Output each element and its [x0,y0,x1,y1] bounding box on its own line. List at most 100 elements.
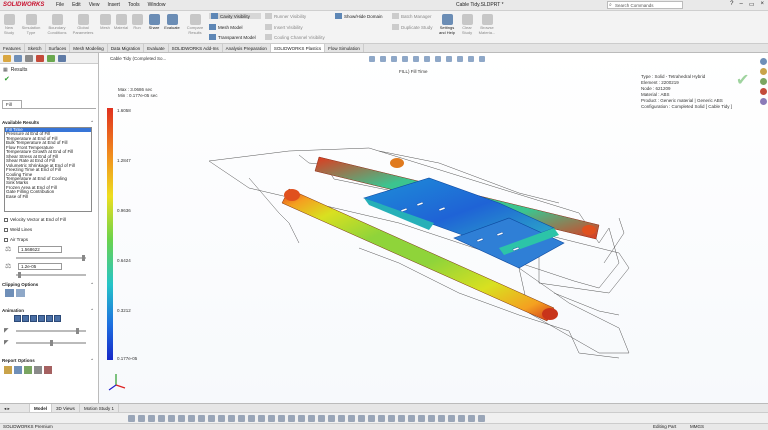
ppt-icon[interactable] [44,366,52,374]
menu-file[interactable]: File [56,2,64,8]
clipping-options-header[interactable]: Clipping Options ⌃ [2,282,96,287]
stop-icon[interactable] [30,315,37,322]
display-manager-icon[interactable] [47,55,55,62]
tool-icon[interactable] [478,415,485,422]
tool-icon[interactable] [348,415,355,422]
tab-sketch[interactable]: Sketch [25,44,46,52]
compare-results-button[interactable]: Compare Results [185,14,205,35]
settings-help-button[interactable]: Settings and Help [436,14,458,35]
tab-motion-study[interactable]: Motion Study 1 [80,404,119,412]
tool-icon[interactable] [268,415,275,422]
material-button[interactable]: Material [113,14,129,31]
minimize-icon[interactable]: – [739,1,742,8]
tool-icon[interactable] [218,415,225,422]
velocity-vector-checkbox[interactable]: Velocity Vector at End of Fill [4,217,66,222]
dimxpert-icon[interactable] [36,55,44,62]
tool-icon[interactable] [408,415,415,422]
min-spinbox[interactable]: 1.2e-05 [18,263,62,270]
tool-icon[interactable] [248,415,255,422]
tool-icon[interactable] [288,415,295,422]
tool-icon[interactable] [138,415,145,422]
tab-mesh-modeling[interactable]: Mesh Modeling [70,44,108,52]
clip-plane-icon[interactable] [5,289,14,297]
animation-speed-slider[interactable] [16,328,86,334]
tool-icon[interactable] [298,415,305,422]
tool-icon[interactable] [398,415,405,422]
available-results-list[interactable]: Fill Time Pressure at End of Fill Temper… [4,127,92,212]
tool-icon[interactable] [188,415,195,422]
air-traps-checkbox[interactable]: Air Traps [4,237,28,242]
tool-icon[interactable] [238,415,245,422]
tool-icon[interactable] [438,415,445,422]
tab-solidworks-plastics[interactable]: SOLIDWORKS Plastics [270,44,326,52]
tab-3d-views[interactable]: 3D Views [52,404,80,412]
menu-tools[interactable]: Tools [128,2,140,8]
min-slider[interactable] [16,272,86,278]
close-icon[interactable]: × [760,1,764,8]
tool-icon[interactable] [448,415,455,422]
report-icon[interactable] [4,366,12,374]
menu-view[interactable]: View [89,2,100,8]
tool-icon[interactable] [418,415,425,422]
property-manager-icon[interactable] [14,55,22,62]
tool-icon[interactable] [178,415,185,422]
tool-icon[interactable] [358,415,365,422]
ok-check-icon[interactable]: ✔ [0,75,98,84]
duplicate-study-button[interactable]: Duplicate Study [392,24,433,30]
list-item[interactable]: Ease of Fill [5,194,91,199]
tool-icon[interactable] [158,415,165,422]
status-units[interactable]: MMGS [690,424,704,430]
mesh-model-button[interactable]: Mesh Model [209,24,243,30]
restore-icon[interactable]: ▭ [749,1,755,8]
tool-icon[interactable] [338,415,345,422]
evaluate-button[interactable]: Evaluate [163,14,181,31]
tool-icon[interactable] [368,415,375,422]
cavity-visibility-button[interactable]: Cavity Visibility [209,13,261,19]
tool-icon[interactable] [258,415,265,422]
fast-forward-icon[interactable] [54,315,61,322]
slider-handle[interactable] [50,340,53,346]
browse-materials-button[interactable]: Browse Materia... [476,14,498,35]
tab-surfaces[interactable]: Surfaces [46,44,71,52]
menu-window[interactable]: Window [148,2,166,8]
insert-visibility-button[interactable]: Insert Visibility [265,24,303,30]
tab-evaluate[interactable]: Evaluate [144,44,169,52]
save-image-icon[interactable] [24,366,32,374]
new-study-button[interactable]: New Study [2,14,16,35]
tab-scroll-arrows[interactable]: ◂ ▸ [0,404,30,412]
graphics-viewport[interactable]: Cable Tidy (Completed So... FILL) Fill T… [99,53,768,403]
slider-handle[interactable] [76,328,79,334]
step-back-icon[interactable] [22,315,29,322]
tool-icon[interactable] [148,415,155,422]
tool-icon[interactable] [328,415,335,422]
runner-visibility-button[interactable]: Runner Visibility [265,13,306,19]
share-button[interactable]: Share [147,14,161,31]
transparent-model-button[interactable]: Transparent Model [209,34,256,40]
cooling-channel-visibility-button[interactable]: Cooling Channel Visibility [265,34,325,40]
clip-settings-icon[interactable] [16,289,25,297]
animation-frames-slider[interactable] [16,340,86,346]
weld-lines-checkbox[interactable]: Weld Lines [4,227,32,232]
tab-fill[interactable]: Fill [2,100,22,108]
global-parameters-button[interactable]: Global Parameters [72,14,94,35]
rewind-icon[interactable] [14,315,21,322]
tool-icon[interactable] [168,415,175,422]
tool-icon[interactable] [468,415,475,422]
slider-handle[interactable] [82,255,85,261]
play-icon[interactable] [38,315,45,322]
tab-model[interactable]: Model [30,404,52,412]
tool-icon[interactable] [278,415,285,422]
feature-manager-icon[interactable] [3,55,11,62]
configuration-manager-icon[interactable] [25,55,33,62]
slider-handle[interactable] [18,272,21,278]
boundary-conditions-button[interactable]: Boundary Conditions [45,14,69,35]
animation-header[interactable]: Animation ⌃ [2,308,96,313]
search-commands-input[interactable]: ⌕ Search Commands [607,1,683,9]
tool-icon[interactable] [388,415,395,422]
help-icon[interactable]: ? [730,1,733,8]
tab-flow-simulation[interactable]: Flow Simulation [325,44,364,52]
time-slider[interactable] [16,255,86,261]
tool-icon[interactable] [128,415,135,422]
plastics-manager-icon[interactable] [58,55,66,62]
export-icon[interactable] [14,366,22,374]
